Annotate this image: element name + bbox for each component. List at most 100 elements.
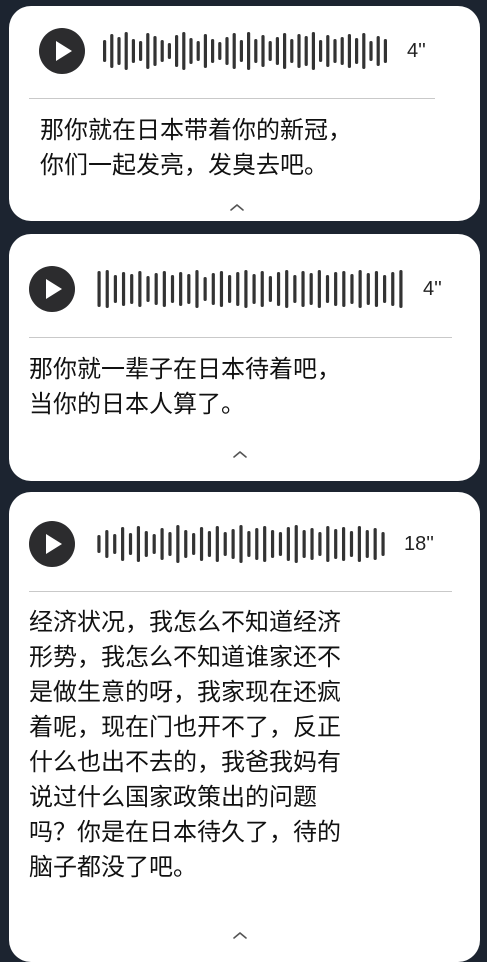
waveform-bar (340, 37, 344, 65)
waveform-bar (160, 528, 164, 560)
waveform-bar (124, 32, 128, 70)
waveform-bar (136, 526, 141, 562)
waveform-bar (128, 533, 133, 555)
waveform-bar (232, 33, 236, 69)
waveform-bar (326, 526, 330, 562)
chevron-up-icon[interactable] (228, 202, 246, 212)
waveform-bar (309, 273, 313, 305)
waveform-bar (103, 40, 107, 62)
waveform-bar (239, 40, 243, 62)
waveform-bar (121, 272, 126, 306)
waveform-bar (268, 276, 272, 302)
waveform-bar (333, 39, 337, 63)
waveform-bar (146, 33, 150, 69)
waveform-bar (211, 273, 215, 305)
waveform-bar (121, 527, 125, 561)
waveform-bar (138, 271, 142, 307)
waveform-bar (374, 271, 379, 307)
waveform-bar (381, 532, 385, 556)
play-button[interactable] (39, 28, 85, 74)
waveform-bar (275, 37, 279, 65)
waveform-bar (283, 33, 287, 69)
waveform-bar (211, 39, 215, 63)
waveform-bar (225, 37, 229, 65)
play-icon (46, 534, 62, 554)
waveform-bar (286, 527, 290, 561)
waveform-bar (358, 270, 362, 308)
voice-message-card-2: 4'' 那你就一辈子在日本待着吧， 当你的日本人算了。 (9, 234, 480, 481)
waveform-bar (357, 526, 361, 562)
waveform-bar (189, 38, 193, 64)
waveform-bar (97, 271, 101, 307)
waveform-bar (276, 272, 281, 306)
waveform-bar (297, 34, 301, 68)
waveform-bar (350, 274, 354, 304)
waveform-bar (290, 39, 294, 63)
waveform-bar (304, 36, 308, 66)
waveform[interactable] (95, 269, 405, 309)
waveform-bar (325, 275, 330, 303)
waveform-bar (373, 528, 377, 560)
waveform-bar (255, 528, 259, 560)
waveform-bar (131, 39, 135, 63)
divider (29, 337, 452, 338)
waveform-bar (247, 32, 251, 70)
waveform-bar (342, 271, 346, 307)
waveform-bar (334, 529, 338, 559)
waveform-bar (113, 534, 117, 554)
waveform-bar (391, 272, 395, 306)
waveform-bar (203, 34, 207, 68)
waveform-bar (278, 532, 283, 556)
waveform-bar (215, 526, 219, 562)
waveform-bar (244, 270, 248, 308)
waveform-bar (301, 271, 305, 307)
waveform[interactable] (101, 31, 389, 71)
voice-message-card-3: 18'' 经济状况，我怎么不知道经济 形势，我怎么不知道谁家还不 是做生意的呀，… (9, 492, 480, 962)
waveform-bar (162, 271, 166, 307)
waveform-bar (228, 275, 232, 303)
waveform-bar (146, 276, 150, 302)
waveform-bar (239, 525, 243, 563)
waveform-bar (144, 531, 148, 557)
waveform-bar (184, 530, 188, 558)
waveform[interactable] (95, 524, 387, 564)
waveform-bar (154, 273, 158, 305)
waveform-bar (254, 39, 258, 63)
waveform-bar (153, 36, 157, 66)
waveform-bar (341, 527, 346, 561)
waveform-bar (236, 272, 240, 306)
play-button[interactable] (29, 521, 75, 567)
waveform-bar (160, 40, 164, 62)
waveform-bar (326, 35, 330, 67)
waveform-bar (365, 530, 369, 558)
waveform-bar (362, 33, 366, 69)
waveform-bar (196, 41, 200, 61)
waveform-bar (182, 32, 186, 70)
play-button[interactable] (29, 266, 75, 312)
waveform-bar (268, 41, 272, 61)
waveform-bar (117, 37, 121, 65)
waveform-bar (334, 272, 338, 306)
waveform-bar (319, 40, 323, 62)
chevron-up-icon[interactable] (231, 449, 249, 459)
waveform-bar (199, 527, 204, 561)
divider (29, 98, 435, 99)
waveform-bar (152, 534, 156, 554)
play-icon (56, 41, 72, 61)
waveform-bar (376, 36, 380, 66)
waveform-bar (179, 272, 183, 306)
waveform-bar (293, 275, 297, 303)
transcript-text: 那你就在日本带着你的新冠， 你们一起发亮，发臭去吧。 (40, 116, 352, 179)
duration-label: 4'' (407, 40, 426, 62)
waveform-bar (105, 270, 109, 308)
waveform-bar (110, 34, 114, 68)
waveform-bar (252, 274, 256, 304)
chevron-up-icon[interactable] (231, 930, 249, 940)
waveform-bar (311, 32, 315, 70)
voice-message-card-1: 4'' 那你就在日本带着你的新冠， 你们一起发亮，发臭去吧。 (9, 6, 480, 221)
waveform-bar (195, 270, 199, 308)
waveform-bar (139, 41, 143, 61)
waveform-bar (366, 273, 370, 305)
waveform-bar (176, 525, 180, 563)
waveform-bar (113, 275, 117, 303)
